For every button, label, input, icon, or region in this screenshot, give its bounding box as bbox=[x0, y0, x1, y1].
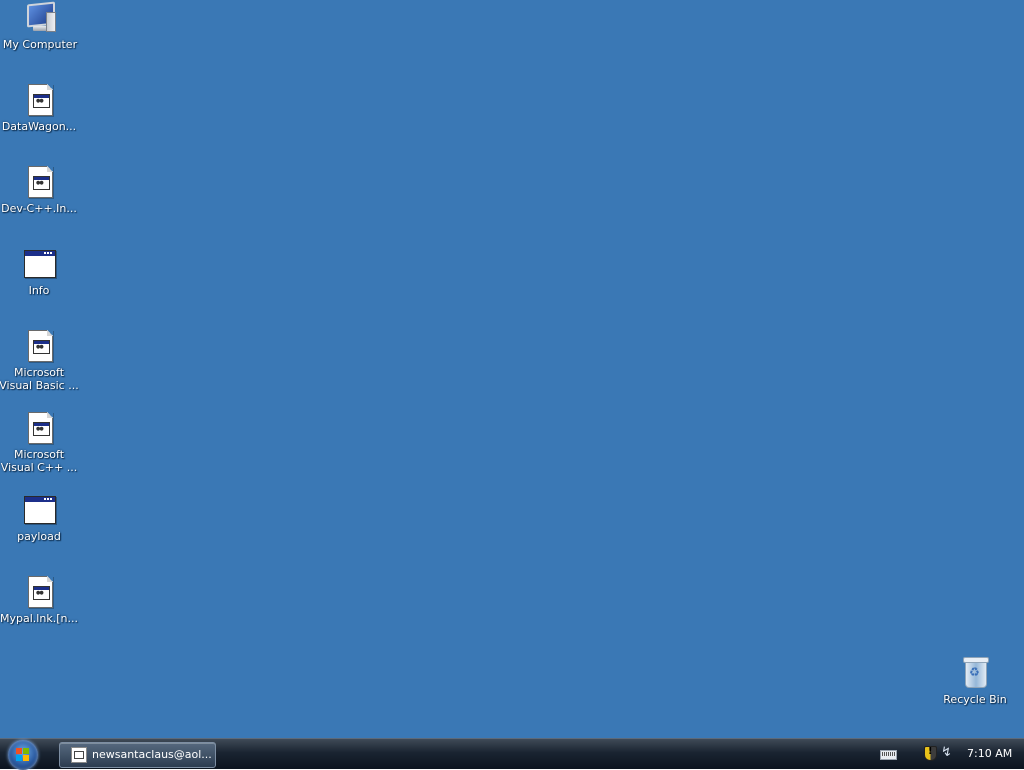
taskbar-button-label: newsantaclaus@aol... bbox=[92, 748, 212, 761]
start-button[interactable] bbox=[8, 740, 38, 770]
desktop-icon-visual-basic[interactable]: Microsoft Visual Basic ... bbox=[0, 330, 79, 392]
desktop-icon-info[interactable]: Info bbox=[0, 248, 79, 297]
file-shortcut-icon bbox=[23, 330, 55, 362]
desktop-icon-label: payload bbox=[17, 530, 61, 543]
file-shortcut-icon bbox=[23, 412, 55, 444]
desktop-icon-dev-cpp[interactable]: Dev-C++.In... bbox=[0, 166, 79, 215]
file-shortcut-icon bbox=[23, 84, 55, 116]
desktop-icon-mypal[interactable]: Mypal.lnk.[n... bbox=[0, 576, 79, 625]
desktop-icon-datawagon[interactable]: DataWagon... bbox=[0, 84, 79, 133]
desktop-icon-label: DataWagon... bbox=[1, 120, 77, 133]
network-icon[interactable]: ↯ bbox=[941, 745, 955, 761]
recycle-bin-icon bbox=[959, 657, 991, 689]
desktop-icon-recycle-bin[interactable]: Recycle Bin bbox=[935, 657, 1015, 706]
desktop-icon-label: Recycle Bin bbox=[943, 693, 1007, 706]
desktop-icon-label: Mypal.lnk.[n... bbox=[0, 612, 78, 625]
desktop-icon-label: My Computer bbox=[2, 38, 78, 51]
file-shortcut-icon bbox=[23, 166, 55, 198]
my-computer-icon bbox=[24, 1, 56, 34]
desktop-icon-visual-cpp[interactable]: Microsoft Visual C++ ... bbox=[0, 412, 79, 474]
taskbar: newsantaclaus@aol... ↯ 7:10 AM bbox=[0, 738, 1024, 770]
email-client-icon bbox=[71, 747, 87, 763]
program-window-icon bbox=[23, 248, 56, 280]
desktop-icon-payload[interactable]: payload bbox=[0, 494, 79, 543]
file-shortcut-icon bbox=[23, 576, 55, 608]
desktop-icon-label: Dev-C++.In... bbox=[1, 202, 77, 215]
program-window-icon bbox=[23, 494, 56, 526]
desktop-icon-my-computer[interactable]: My Computer bbox=[0, 1, 80, 51]
windows-start-icon bbox=[16, 748, 30, 762]
taskbar-button-email[interactable]: newsantaclaus@aol... bbox=[59, 742, 216, 768]
desktop-icon-label: Info bbox=[28, 284, 50, 297]
desktop[interactable]: My Computer DataWagon... Dev-C++.In... I… bbox=[0, 0, 1024, 738]
clock[interactable]: 7:10 AM bbox=[967, 747, 1012, 760]
desktop-icon-label: Microsoft Visual Basic ... bbox=[0, 366, 79, 392]
desktop-icon-label: Microsoft Visual C++ ... bbox=[0, 448, 78, 474]
security-shield-icon[interactable] bbox=[924, 746, 937, 761]
keyboard-icon[interactable] bbox=[880, 750, 897, 760]
